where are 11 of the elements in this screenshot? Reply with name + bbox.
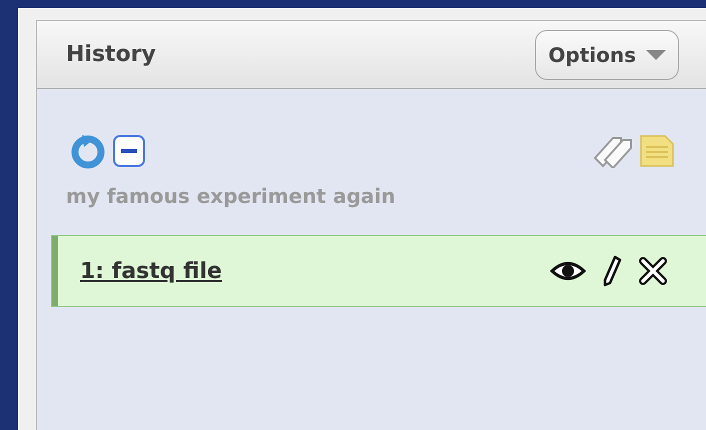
dataset-row[interactable]: 1: fastq file — [51, 235, 706, 307]
tags-icon[interactable] — [591, 134, 635, 168]
collapse-icon[interactable] — [112, 134, 146, 168]
delete-icon[interactable] — [638, 256, 668, 286]
dataset-title-link[interactable]: 1: fastq file — [80, 254, 222, 288]
options-button[interactable]: Options — [535, 30, 679, 80]
caret-icon — [646, 50, 666, 60]
eye-icon[interactable] — [550, 260, 586, 282]
refresh-icon[interactable] — [70, 133, 106, 169]
panel-title: History — [66, 41, 156, 69]
pencil-icon[interactable] — [602, 255, 622, 287]
